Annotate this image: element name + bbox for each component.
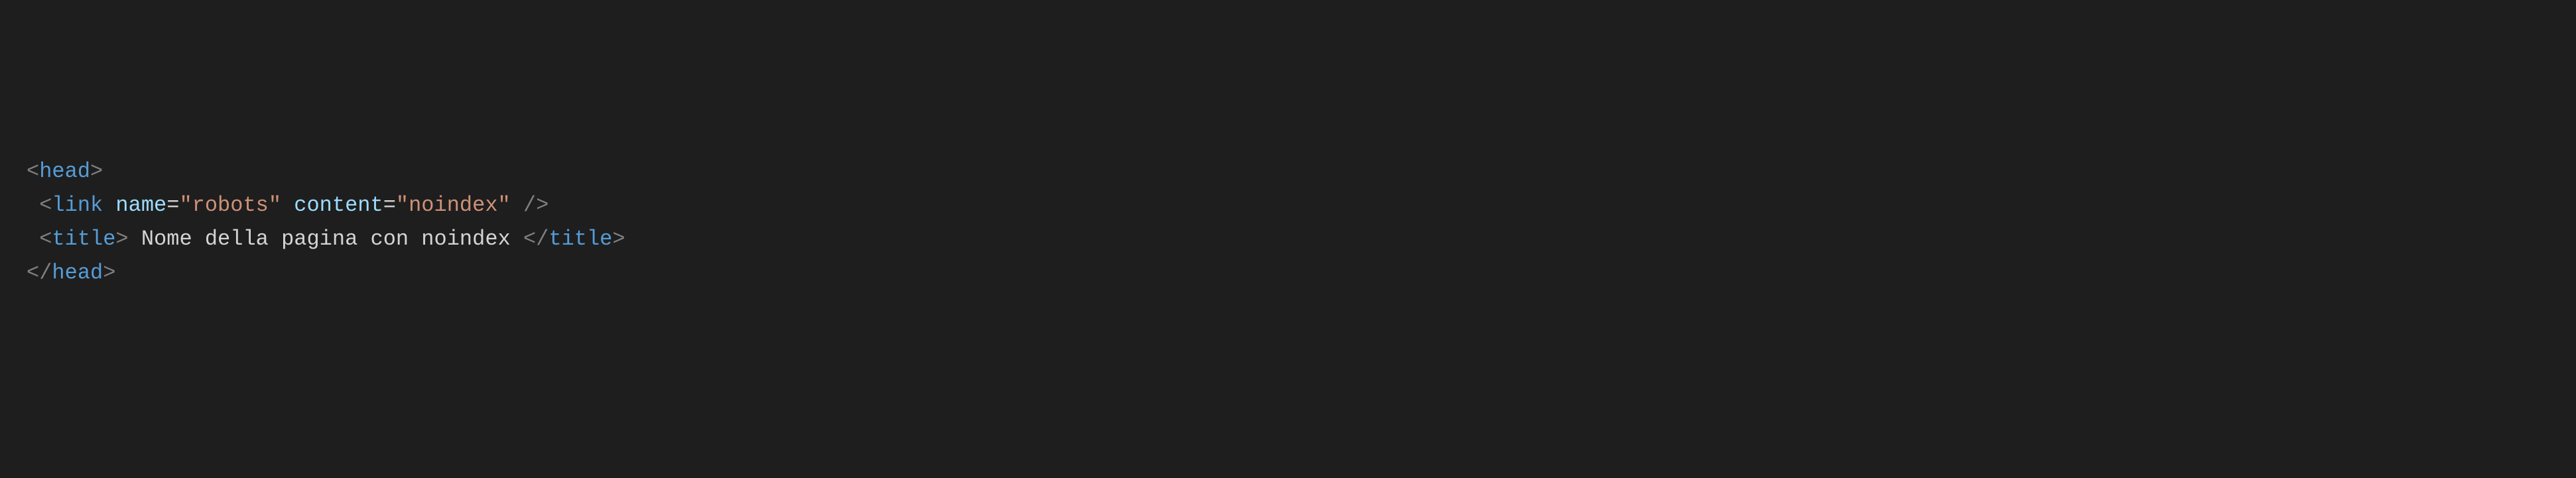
- indent: [27, 193, 39, 217]
- tag-head-open: head: [39, 159, 90, 184]
- attr-value-robots: "robots": [179, 193, 281, 217]
- code-block: <head> <link name="robots" content="noin…: [27, 154, 2549, 290]
- code-line-1: <head>: [27, 154, 2549, 188]
- bracket: <: [39, 193, 52, 217]
- space: [103, 193, 115, 217]
- space: [511, 193, 523, 217]
- attr-content: content: [294, 193, 383, 217]
- title-text: Nome della pagina con noindex: [129, 227, 523, 251]
- code-line-3: <title> Nome della pagina con noindex </…: [27, 222, 2549, 256]
- tag-title-close: title: [548, 227, 612, 251]
- code-line-4: </head>: [27, 256, 2549, 290]
- bracket: <: [39, 227, 52, 251]
- bracket: >: [103, 261, 115, 285]
- indent: [27, 227, 39, 251]
- bracket: >: [612, 227, 625, 251]
- code-line-2: <link name="robots" content="noindex" />: [27, 188, 2549, 222]
- bracket: </: [27, 261, 52, 285]
- bracket: >: [90, 159, 103, 184]
- attr-name: name: [115, 193, 166, 217]
- self-close-bracket: />: [523, 193, 548, 217]
- tag-title-open: title: [52, 227, 115, 251]
- bracket: </: [523, 227, 548, 251]
- space: [281, 193, 294, 217]
- equals: =: [166, 193, 179, 217]
- bracket: <: [27, 159, 39, 184]
- attr-value-noindex: "noindex": [396, 193, 511, 217]
- tag-head-close: head: [52, 261, 103, 285]
- equals: =: [383, 193, 396, 217]
- tag-link: link: [52, 193, 103, 217]
- bracket: >: [115, 227, 128, 251]
